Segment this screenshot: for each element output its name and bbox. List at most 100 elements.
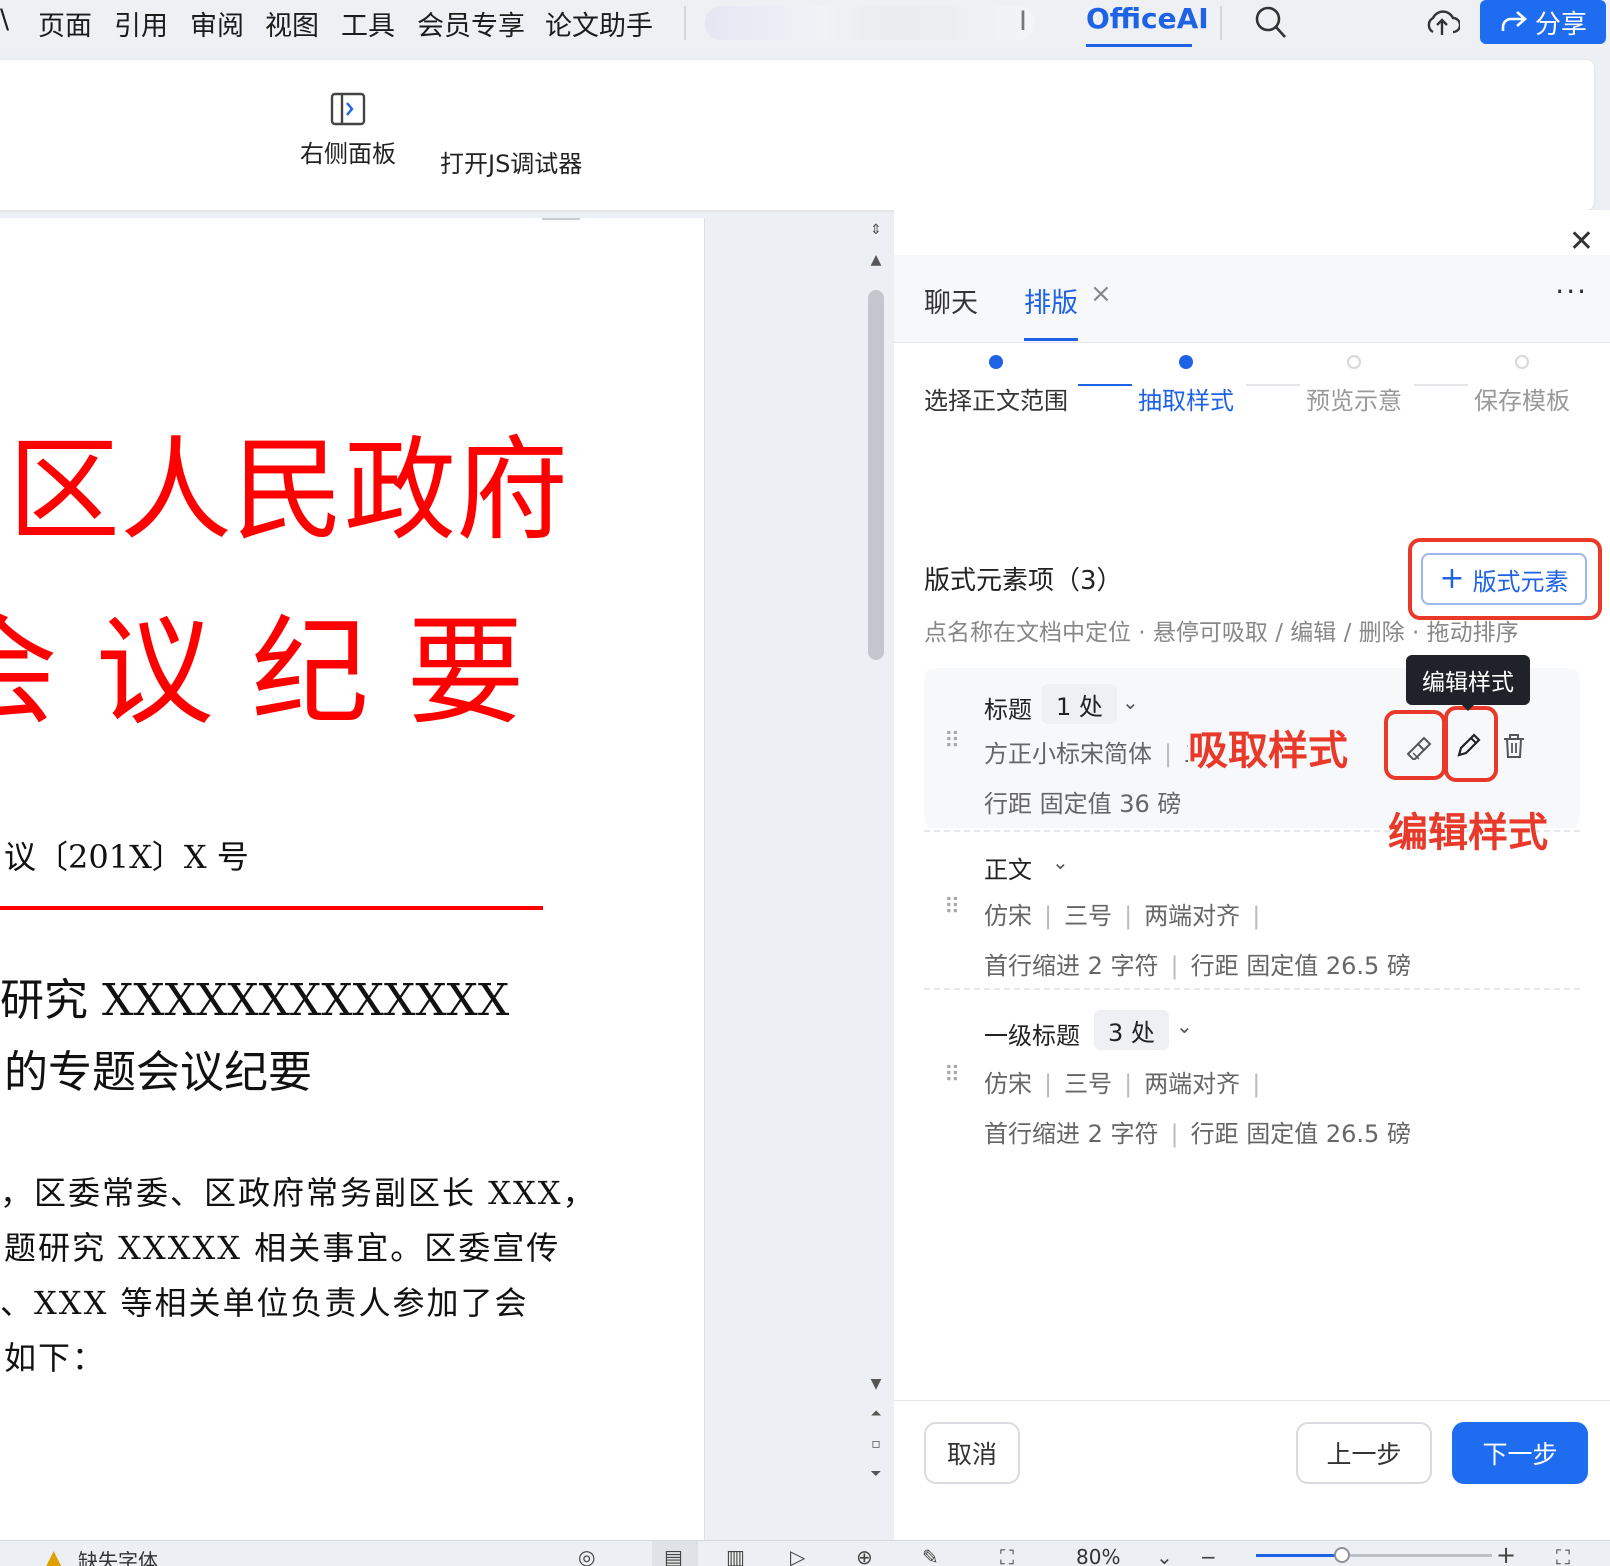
fullscreen-icon[interactable]: ⛶ bbox=[1556, 1545, 1570, 1566]
scroll-down-arrow-icon[interactable]: ▼ bbox=[868, 1376, 884, 1392]
menu-view[interactable]: 视图 bbox=[265, 4, 319, 43]
cloud-upload-icon[interactable] bbox=[1424, 6, 1462, 42]
step-preview: 预览示意 bbox=[1306, 355, 1402, 416]
drag-handle-icon[interactable]: ⠿ bbox=[944, 731, 960, 753]
menu-page[interactable]: 页面 bbox=[38, 4, 92, 43]
share-button[interactable]: 分享 bbox=[1480, 0, 1606, 44]
layout-element-name[interactable]: 标题 bbox=[984, 690, 1032, 725]
close-panel-icon[interactable]: ✕ bbox=[1569, 224, 1594, 259]
line-spacing: 行距 固定值 26.5 磅 bbox=[1190, 952, 1411, 980]
doc-body-line: ，区委常委、区政府常务副区长 XXX， bbox=[0, 1174, 597, 1212]
line-spacing: 行距 固定值 26.5 磅 bbox=[1190, 1120, 1411, 1148]
web-view-icon[interactable]: ⊕ bbox=[856, 1545, 873, 1566]
doc-body-line: 、XXX 等相关单位负责人参加了会 bbox=[0, 1284, 529, 1322]
step-save-template: 保存模板 bbox=[1474, 355, 1570, 416]
menu-tools[interactable]: 工具 bbox=[341, 4, 395, 43]
previous-step-button[interactable]: 上一步 bbox=[1296, 1422, 1432, 1484]
font-name: 仿宋 bbox=[984, 902, 1032, 930]
edit-style-tooltip: 编辑样式 bbox=[1406, 655, 1530, 711]
tab-chat[interactable]: 聊天 bbox=[924, 281, 978, 320]
doc-red-separator bbox=[0, 906, 543, 910]
style-detail-line1: 仿宋 | 三号 | 两端对齐 | bbox=[984, 902, 1261, 930]
next-step-button[interactable]: 下一步 bbox=[1452, 1422, 1588, 1484]
font-size: 三号 bbox=[1064, 902, 1113, 930]
js-debugger-button[interactable]: 打开JS调试器 bbox=[440, 144, 582, 179]
menu-member[interactable]: 会员专享 bbox=[417, 4, 525, 43]
step-connector bbox=[1414, 384, 1468, 386]
zoom-dropdown-icon[interactable]: ⌄ bbox=[1156, 1545, 1173, 1566]
tab-close-icon[interactable]: × bbox=[1090, 279, 1112, 309]
missing-font-status[interactable]: 缺失字体 bbox=[78, 1545, 158, 1566]
font-size: 三号 bbox=[1064, 1070, 1113, 1098]
menu-paper-assistant[interactable]: 论文助手 bbox=[545, 4, 653, 43]
layout-elements-title: 版式元素项（3） bbox=[924, 566, 1123, 596]
alignment: 两端对齐 bbox=[1144, 1070, 1241, 1098]
panel-tabs: 聊天 排版 × ··· bbox=[894, 255, 1610, 343]
annotation-edit-style: 编辑样式 bbox=[1388, 810, 1548, 856]
page-corner-mark bbox=[542, 218, 580, 220]
layout-element-card[interactable]: ⠿ 正文 ⌄ 仿宋 | 三号 | 两端对齐 | 首行缩进 2 字符 | 行距 固定值 26.5… bbox=[924, 834, 1580, 994]
right-panel-button[interactable]: 右侧面板 bbox=[300, 92, 396, 169]
document-scrollbar-thumb[interactable] bbox=[868, 290, 884, 660]
next-page-icon[interactable]: ⏷ bbox=[868, 1466, 884, 1482]
search-icon[interactable] bbox=[1254, 4, 1288, 44]
doc-body-line: 如下： bbox=[4, 1339, 107, 1377]
doc-number: 议〔201X〕X 号 bbox=[4, 838, 249, 876]
blurred-tail: I bbox=[1019, 6, 1027, 37]
tab-active-underline bbox=[1024, 338, 1078, 341]
occurrence-count-badge: 1 处 bbox=[1042, 684, 1117, 724]
zoom-level[interactable]: 80% bbox=[1076, 1545, 1120, 1566]
zoom-slider-track[interactable] bbox=[1256, 1547, 1492, 1563]
fit-page-icon[interactable]: ⛶ bbox=[1000, 1545, 1014, 1566]
layout-element-card[interactable]: ⠿ 一级标题 3 处 ⌄ 仿宋 | 三号 | 两端对齐 | 首行缩进 2 字符 | 行距 固定… bbox=[924, 996, 1580, 1156]
select-browse-object-icon[interactable]: ▫ bbox=[868, 1436, 884, 1452]
drag-handle-icon[interactable]: ⠿ bbox=[944, 1065, 960, 1087]
menu-officeai[interactable]: OfficeAI bbox=[1086, 2, 1209, 35]
prev-page-icon[interactable]: ⏶ bbox=[868, 1406, 884, 1422]
write-mode-icon[interactable]: ✎ bbox=[922, 1545, 939, 1566]
menu-divider bbox=[1220, 6, 1222, 40]
layout-element-name[interactable]: 正文 bbox=[984, 850, 1032, 885]
layout-element-name[interactable]: 一级标题 bbox=[984, 1016, 1080, 1051]
style-detail-line2: 行距 固定值 36 磅 bbox=[984, 790, 1182, 818]
menu-insert-partial[interactable]: \ bbox=[0, 4, 9, 35]
share-label: 分享 bbox=[1534, 9, 1587, 40]
zoom-out-icon[interactable]: − bbox=[1200, 1545, 1217, 1566]
doc-subject-line1: 研究 XXXXXXXXXXXXX bbox=[0, 975, 510, 1026]
zoom-slider-thumb[interactable] bbox=[1334, 1547, 1350, 1563]
chevron-down-icon[interactable]: ⌄ bbox=[1052, 850, 1069, 874]
officeai-side-panel: ✕ 聊天 排版 × ··· 选择正文范围 抽取样式 预览示意 保存模板 版式元素… bbox=[894, 210, 1610, 1540]
step-dot-current bbox=[1179, 355, 1193, 369]
menu-review[interactable]: 审阅 bbox=[190, 4, 244, 43]
side-panel-icon bbox=[330, 92, 366, 126]
trash-icon bbox=[1504, 734, 1524, 758]
outline-view-icon[interactable]: ▥ bbox=[726, 1545, 745, 1566]
chevron-down-icon[interactable]: ⌄ bbox=[1176, 1014, 1193, 1038]
alignment: 两端对齐 bbox=[1144, 902, 1241, 930]
page-view-icon[interactable]: ▤ bbox=[664, 1545, 683, 1566]
menu-divider bbox=[684, 6, 686, 40]
scroll-up-arrow-icon[interactable]: ▲ bbox=[868, 252, 884, 268]
status-bar: ▲ 缺失字体 ◎ ▤ ▥ ▷ ⊕ ✎ ⛶ 80% ⌄ − + ⛶ bbox=[0, 1540, 1610, 1566]
step-connector bbox=[1246, 384, 1300, 386]
zoom-in-icon[interactable]: + bbox=[1496, 1541, 1516, 1566]
step-dot-todo bbox=[1347, 355, 1361, 369]
cancel-button[interactable]: 取消 bbox=[924, 1422, 1020, 1484]
step-label: 保存模板 bbox=[1474, 387, 1570, 415]
chevron-down-icon[interactable]: ⌄ bbox=[1122, 690, 1139, 714]
delete-style-button[interactable] bbox=[1496, 728, 1532, 764]
drag-handle-icon[interactable]: ⠿ bbox=[944, 897, 960, 919]
more-options-icon[interactable]: ··· bbox=[1555, 275, 1588, 308]
eye-protect-icon[interactable]: ◎ bbox=[578, 1545, 595, 1566]
document-page[interactable]: 区人民政府 会 议 纪 要 议〔201X〕X 号 研究 XXXXXXXXXXXX… bbox=[0, 218, 705, 1540]
document-area: 区人民政府 会 议 纪 要 议〔201X〕X 号 研究 XXXXXXXXXXXX… bbox=[0, 218, 893, 1540]
doc-red-title-line2: 会 议 纪 要 bbox=[0, 603, 525, 741]
step-select-range: 选择正文范围 bbox=[924, 355, 1068, 416]
font-name: 仿宋 bbox=[984, 1070, 1032, 1098]
play-icon[interactable]: ▷ bbox=[790, 1545, 805, 1566]
step-label: 预览示意 bbox=[1306, 387, 1402, 415]
style-detail-line2: 首行缩进 2 字符 | 行距 固定值 26.5 磅 bbox=[984, 952, 1411, 980]
tab-layout[interactable]: 排版 bbox=[1024, 281, 1078, 320]
scroll-split-icon[interactable]: ⇕ bbox=[868, 222, 884, 238]
menu-references[interactable]: 引用 bbox=[114, 4, 168, 43]
